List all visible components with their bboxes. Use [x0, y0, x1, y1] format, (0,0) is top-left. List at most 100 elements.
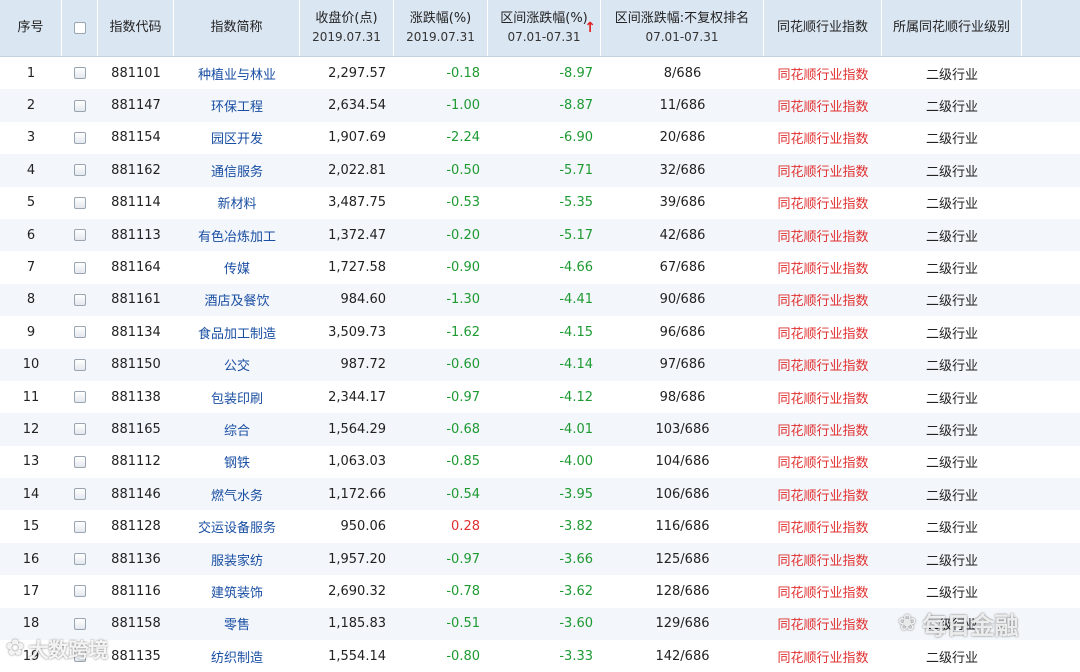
table-row[interactable]: 8 881161 酒店及餐饮 984.60 -1.30 -4.41 90/686 同花顺行业指…: [0, 283, 1080, 317]
row-checkbox[interactable]: [74, 261, 86, 274]
row-checkbox[interactable]: [74, 229, 86, 242]
cell-index-link[interactable]: 同花顺行业指数: [764, 381, 882, 413]
header-select-all[interactable]: [62, 0, 98, 56]
cell-name-link[interactable]: 服装家纺: [174, 543, 300, 575]
table-row[interactable]: 1 881101 种植业与林业 2,297.57 -0.18 -8.97 8/686 同花顺行…: [0, 57, 1080, 90]
cell-index-link[interactable]: 同花顺行业指数: [764, 187, 882, 219]
row-checkbox-cell[interactable]: [62, 251, 98, 283]
cell-name-link[interactable]: 酒店及餐饮: [174, 284, 300, 316]
cell-name-link[interactable]: 钢铁: [174, 446, 300, 478]
header-rank[interactable]: 区间涨跌幅:不复权排名 07.01-07.31: [601, 0, 764, 56]
table-row[interactable]: 19 881135 纺织制造 1,554.14 -0.80 -3.33 142/686 同花顺…: [0, 640, 1080, 672]
cell-index-link[interactable]: 同花顺行业指数: [764, 413, 882, 445]
cell-name-link[interactable]: 纺织制造: [174, 640, 300, 672]
row-checkbox[interactable]: [74, 391, 86, 404]
header-index[interactable]: 同花顺行业指数: [764, 0, 882, 56]
row-checkbox[interactable]: [74, 423, 86, 436]
row-checkbox-cell[interactable]: [62, 187, 98, 219]
row-checkbox[interactable]: [74, 164, 86, 177]
cell-name-link[interactable]: 种植业与林业: [174, 57, 300, 89]
table-row[interactable]: 14 881146 燃气水务 1,172.66 -0.54 -3.95 106/686 同花顺…: [0, 478, 1080, 511]
cell-name-link[interactable]: 综合: [174, 413, 300, 445]
row-checkbox[interactable]: [74, 131, 86, 144]
row-checkbox[interactable]: [74, 455, 86, 468]
row-checkbox-cell[interactable]: [62, 122, 98, 154]
cell-name-link[interactable]: 包装印刷: [174, 381, 300, 413]
header-name[interactable]: 指数简称: [174, 0, 300, 56]
cell-index-link[interactable]: 同花顺行业指数: [764, 284, 882, 316]
row-checkbox-cell[interactable]: [62, 510, 98, 542]
row-checkbox-cell[interactable]: [62, 478, 98, 510]
row-checkbox[interactable]: [74, 358, 86, 371]
cell-index-link[interactable]: 同花顺行业指数: [764, 122, 882, 154]
cell-index-link[interactable]: 同花顺行业指数: [764, 89, 882, 121]
cell-name-link[interactable]: 园区开发: [174, 122, 300, 154]
row-checkbox-cell[interactable]: [62, 543, 98, 575]
row-checkbox[interactable]: [74, 67, 86, 80]
cell-index-link[interactable]: 同花顺行业指数: [764, 446, 882, 478]
cell-index-link[interactable]: 同花顺行业指数: [764, 575, 882, 607]
cell-index-link[interactable]: 同花顺行业指数: [764, 57, 882, 89]
header-code[interactable]: 指数代码: [98, 0, 174, 56]
table-row[interactable]: 6 881113 有色冶炼加工 1,372.47 -0.20 -5.17 42/686 同花顺…: [0, 218, 1080, 252]
table-row[interactable]: 10 881150 公交 987.72 -0.60 -4.14 97/686 同花顺行业指数 二…: [0, 348, 1080, 381]
cell-name-link[interactable]: 燃气水务: [174, 478, 300, 510]
cell-name-link[interactable]: 交运设备服务: [174, 510, 300, 542]
table-row[interactable]: 13 881112 钢铁 1,063.03 -0.85 -4.00 104/686 同花顺行业…: [0, 445, 1080, 479]
cell-name-link[interactable]: 食品加工制造: [174, 316, 300, 348]
cell-index-link[interactable]: 同花顺行业指数: [764, 154, 882, 186]
row-checkbox[interactable]: [74, 585, 86, 598]
cell-name-link[interactable]: 环保工程: [174, 89, 300, 121]
row-checkbox[interactable]: [74, 293, 86, 306]
row-checkbox-cell[interactable]: [62, 89, 98, 121]
header-range-change[interactable]: 区间涨跌幅(%) 07.01-07.31 ↑: [488, 0, 601, 56]
row-checkbox-cell[interactable]: [62, 349, 98, 381]
header-level[interactable]: 所属同花顺行业级别: [882, 0, 1022, 56]
cell-name-link[interactable]: 传媒: [174, 251, 300, 283]
row-checkbox-cell[interactable]: [62, 57, 98, 89]
row-checkbox-cell[interactable]: [62, 316, 98, 348]
header-seq[interactable]: 序号: [0, 0, 62, 56]
cell-index-link[interactable]: 同花顺行业指数: [764, 608, 882, 640]
row-checkbox-cell[interactable]: [62, 284, 98, 316]
cell-name-link[interactable]: 新材料: [174, 187, 300, 219]
table-row[interactable]: 3 881154 园区开发 1,907.69 -2.24 -6.90 20/686 同花顺行业…: [0, 121, 1080, 155]
cell-index-link[interactable]: 同花顺行业指数: [764, 543, 882, 575]
cell-index-link[interactable]: 同花顺行业指数: [764, 640, 882, 672]
row-checkbox-cell[interactable]: [62, 154, 98, 186]
cell-index-link[interactable]: 同花顺行业指数: [764, 349, 882, 381]
row-checkbox[interactable]: [74, 196, 86, 209]
table-row[interactable]: 2 881147 环保工程 2,634.54 -1.00 -8.87 11/686 同花顺行业…: [0, 89, 1080, 122]
table-row[interactable]: 4 881162 通信服务 2,022.81 -0.50 -5.71 32/686 同花顺行业…: [0, 154, 1080, 187]
cell-name-link[interactable]: 有色冶炼加工: [174, 219, 300, 251]
cell-name-link[interactable]: 建筑装饰: [174, 575, 300, 607]
row-checkbox-cell[interactable]: [62, 413, 98, 445]
cell-name-link[interactable]: 通信服务: [174, 154, 300, 186]
row-checkbox[interactable]: [74, 326, 86, 339]
row-checkbox[interactable]: [74, 520, 86, 533]
cell-index-link[interactable]: 同花顺行业指数: [764, 510, 882, 542]
cell-index-link[interactable]: 同花顺行业指数: [764, 316, 882, 348]
row-checkbox-cell[interactable]: [62, 575, 98, 607]
table-row[interactable]: 11 881138 包装印刷 2,344.17 -0.97 -4.12 98/686 同花顺行…: [0, 380, 1080, 414]
header-change[interactable]: 涨跌幅(%) 2019.07.31: [394, 0, 488, 56]
table-row[interactable]: 16 881136 服装家纺 1,957.20 -0.97 -3.66 125/686 同花顺…: [0, 542, 1080, 576]
row-checkbox[interactable]: [74, 488, 86, 501]
cell-name-link[interactable]: 零售: [174, 608, 300, 640]
row-checkbox-cell[interactable]: [62, 219, 98, 251]
row-checkbox[interactable]: [74, 99, 86, 112]
table-row[interactable]: 9 881134 食品加工制造 3,509.73 -1.62 -4.15 96/686 同花顺…: [0, 316, 1080, 349]
cell-index-link[interactable]: 同花顺行业指数: [764, 251, 882, 283]
table-row[interactable]: 7 881164 传媒 1,727.58 -0.90 -4.66 67/686 同花顺行业指数…: [0, 251, 1080, 284]
cell-index-link[interactable]: 同花顺行业指数: [764, 219, 882, 251]
row-checkbox-cell[interactable]: [62, 446, 98, 478]
row-checkbox-cell[interactable]: [62, 381, 98, 413]
table-row[interactable]: 15 881128 交运设备服务 950.06 0.28 -3.82 116/686 同花顺行…: [0, 510, 1080, 543]
table-row[interactable]: 5 881114 新材料 3,487.75 -0.53 -5.35 39/686 同花顺行业指…: [0, 186, 1080, 219]
sort-ascending-icon[interactable]: ↑: [584, 19, 596, 37]
row-checkbox[interactable]: [74, 553, 86, 566]
row-checkbox[interactable]: [74, 617, 86, 630]
select-all-checkbox[interactable]: [73, 22, 86, 34]
table-row[interactable]: 17 881116 建筑装饰 2,690.32 -0.78 -3.62 128/686 同花顺…: [0, 575, 1080, 608]
cell-name-link[interactable]: 公交: [174, 349, 300, 381]
